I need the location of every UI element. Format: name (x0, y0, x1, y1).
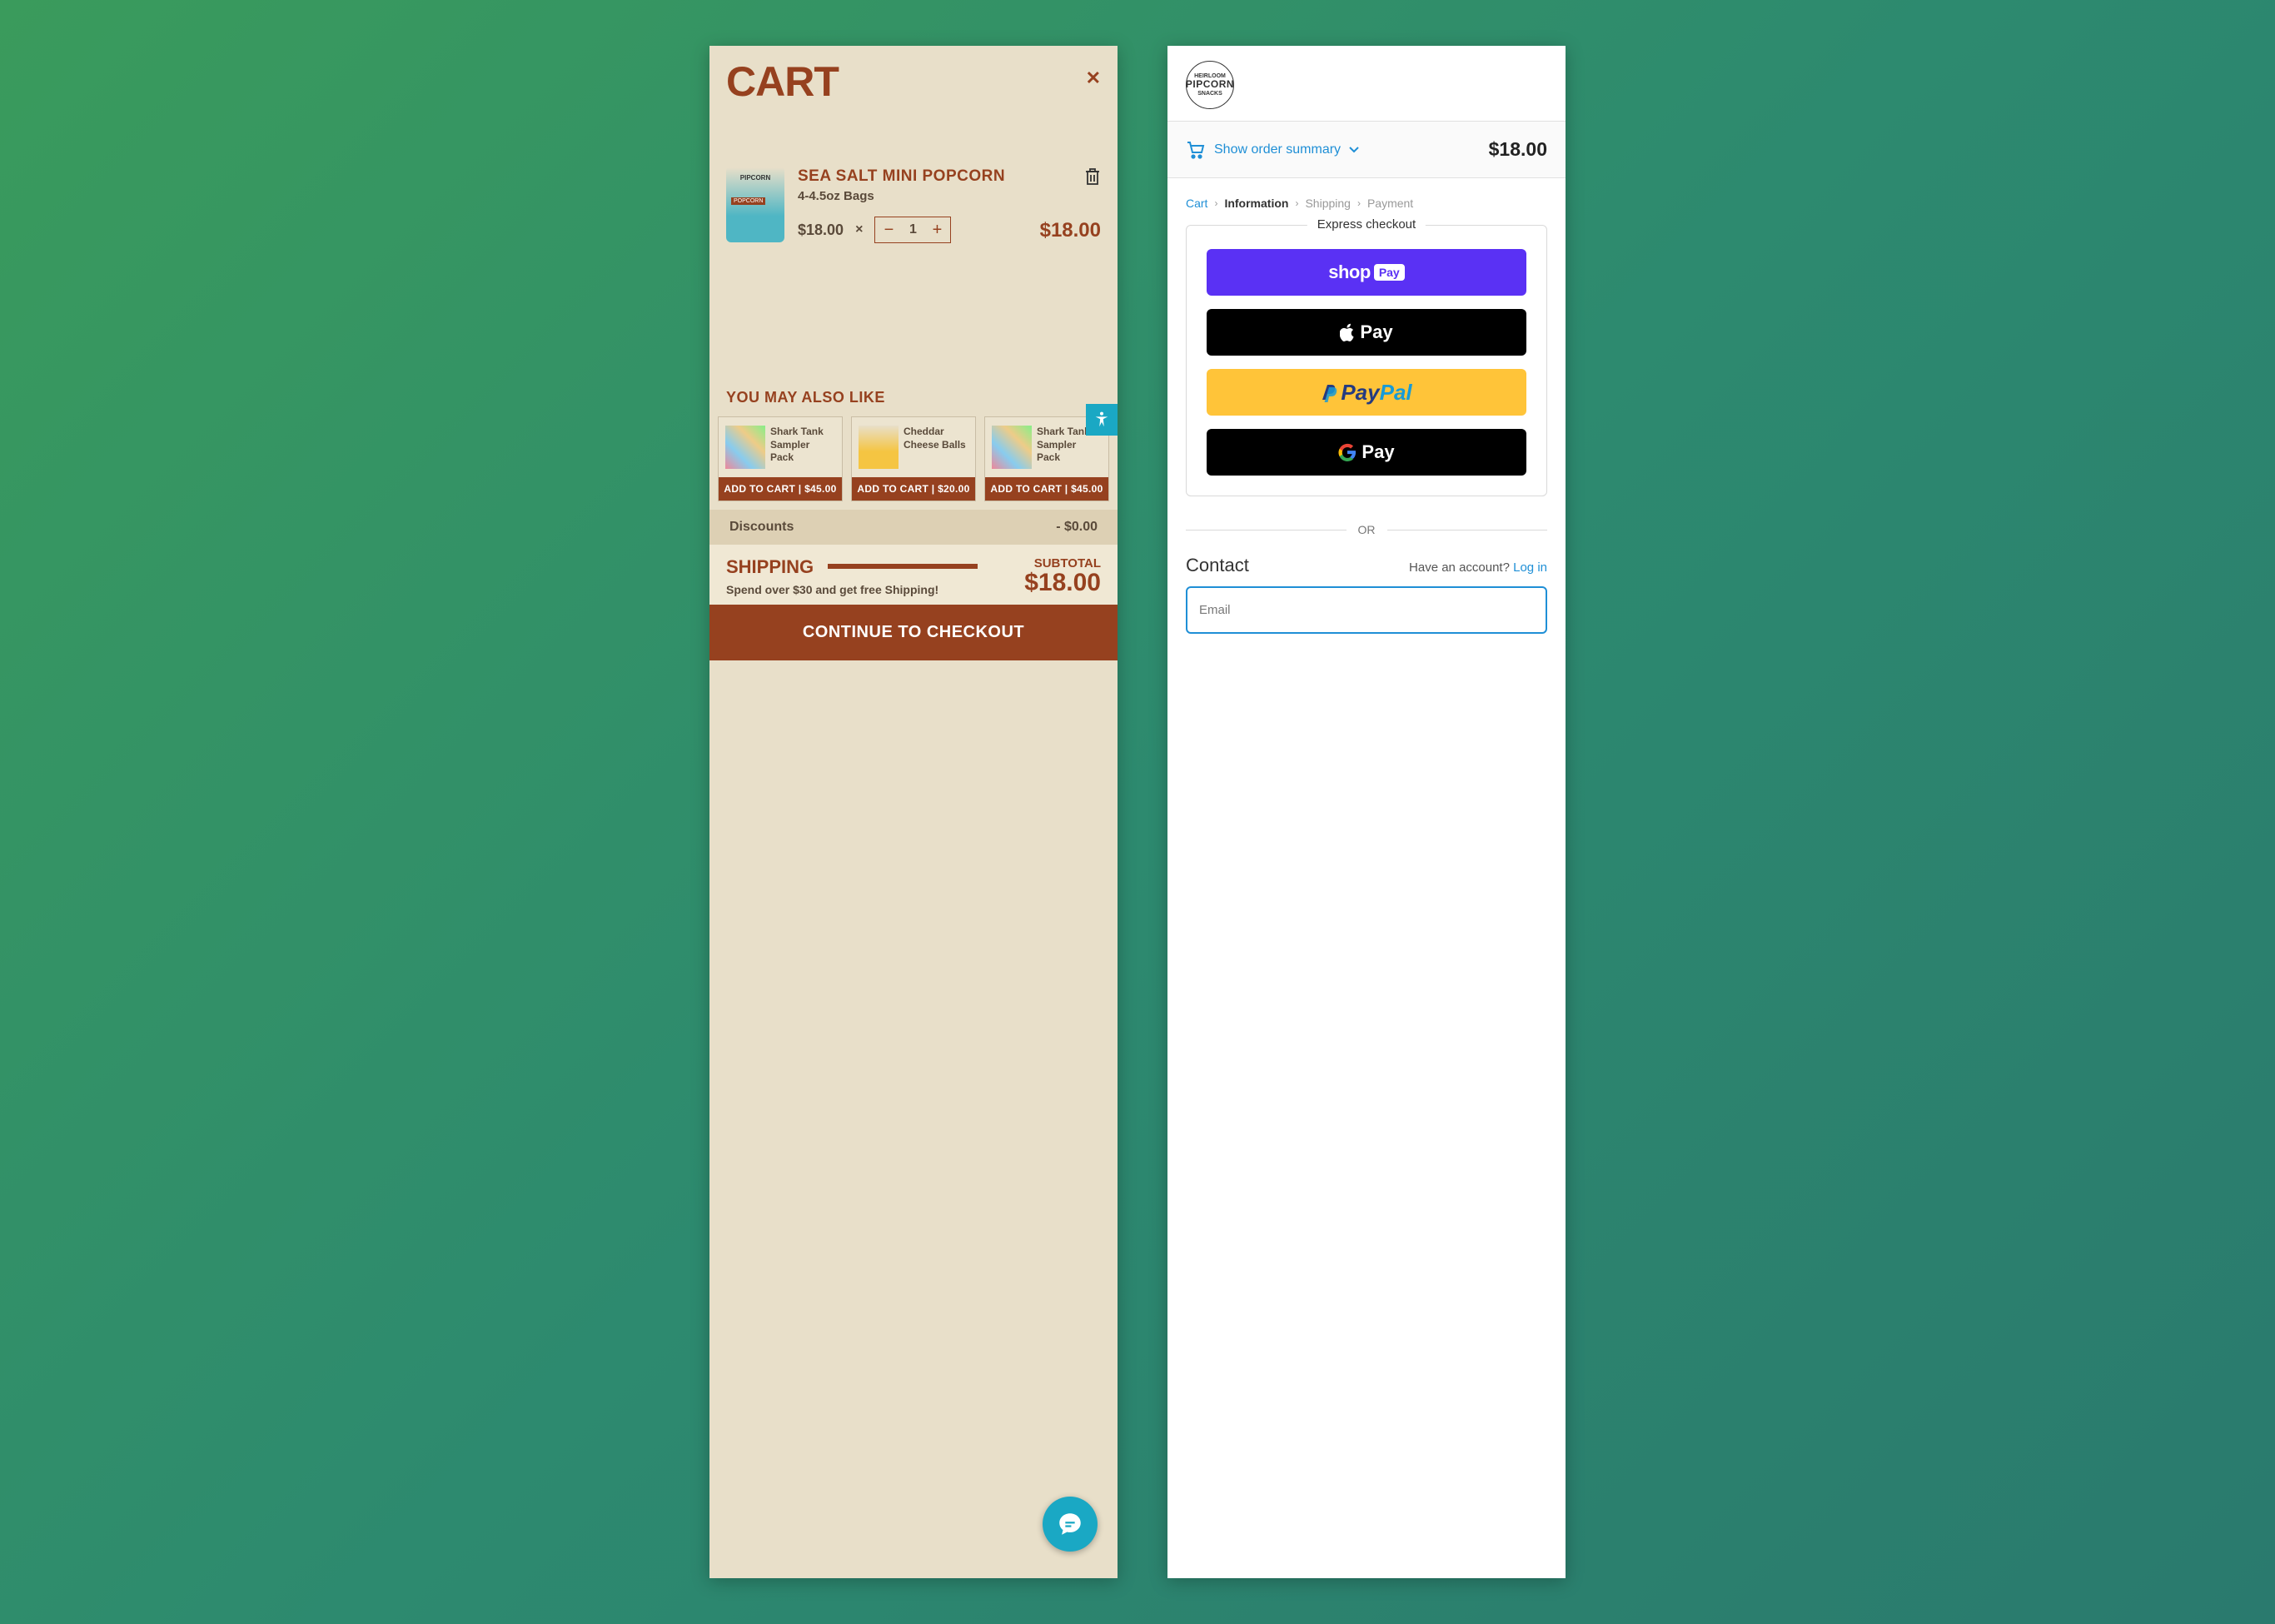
logo-row: HEIRLOOM PIPCORN SNACKS (1167, 46, 1566, 121)
add-to-cart-button[interactable]: ADD TO CART | $45.00 (719, 477, 842, 501)
qty-decrease-button[interactable]: − (875, 221, 902, 240)
qty-increase-button[interactable]: + (923, 221, 950, 240)
quantity-stepper: − 1 + (874, 217, 951, 243)
line-total: $18.00 (1040, 219, 1101, 242)
order-summary-toggle[interactable]: Show order summary $18.00 (1167, 121, 1566, 178)
apple-pay-logo-icon: Pay (1340, 321, 1392, 343)
breadcrumb-payment: Payment (1367, 197, 1413, 210)
login-link[interactable]: Log in (1513, 560, 1547, 575)
shipping-progress-bar (828, 564, 978, 569)
item-right-column: $18.00 (1040, 167, 1101, 242)
cart-item-row: SEA SALT MINI POPCORN 4-4.5oz Bags $18.0… (709, 144, 1118, 252)
ymal-name: Shark Tank Sampler Pack (770, 426, 835, 469)
trash-icon[interactable] (1084, 167, 1101, 190)
cart-header: CART ✕ (709, 46, 1118, 111)
chevron-right-icon: › (1214, 197, 1217, 209)
express-checkout-box: Express checkout shopPay Pay PayPal Pay (1186, 225, 1547, 496)
or-label: OR (1358, 523, 1376, 536)
qty-value: 1 (902, 222, 923, 237)
ymal-card: Shark Tank Sampler Pack ADD TO CART | $4… (718, 416, 843, 501)
paypal-logo-icon: PayPal (1321, 380, 1411, 406)
shipping-message: Spend over $30 and get free Shipping! (726, 583, 1024, 596)
ymal-card: Cheddar Cheese Balls ADD TO CART | $20.0… (851, 416, 976, 501)
express-checkout-label: Express checkout (1307, 217, 1426, 232)
or-divider: OR (1167, 496, 1566, 555)
subtotal-block: SUBTOTAL $18.00 (1024, 556, 1101, 595)
chevron-right-icon: › (1295, 197, 1298, 209)
apple-pay-button[interactable]: Pay (1207, 309, 1526, 356)
accessibility-icon[interactable] (1086, 404, 1118, 436)
close-icon[interactable]: ✕ (1086, 61, 1101, 89)
breadcrumb-cart[interactable]: Cart (1186, 197, 1207, 210)
checkout-panel: HEIRLOOM PIPCORN SNACKS Show order summa… (1167, 46, 1566, 1578)
contact-header-row: Contact Have an account? Log in (1167, 555, 1566, 586)
breadcrumb-information: Information (1224, 197, 1288, 210)
ymal-thumb (992, 426, 1032, 469)
item-name: SEA SALT MINI POPCORN (798, 167, 1027, 186)
summary-total: $18.00 (1489, 138, 1547, 161)
brand-bottom: SNACKS (1197, 91, 1222, 97)
continue-checkout-button[interactable]: CONTINUE TO CHECKOUT (709, 605, 1118, 660)
chevron-right-icon: › (1357, 197, 1361, 209)
item-size: 4-4.5oz Bags (798, 189, 1027, 203)
discounts-value: - $0.00 (1056, 520, 1098, 535)
ymal-thumb (859, 426, 899, 469)
discounts-row: Discounts - $0.00 (709, 510, 1118, 545)
unit-price: $18.00 (798, 222, 844, 239)
product-image (726, 167, 784, 242)
chat-icon[interactable] (1043, 1497, 1098, 1552)
multiply-symbol: × (855, 222, 863, 237)
item-price-row: $18.00 × − 1 + (798, 217, 1027, 243)
shop-pay-button[interactable]: shopPay (1207, 249, 1526, 296)
ymal-heading: YOU MAY ALSO LIKE (709, 389, 1118, 406)
ymal-thumb (725, 426, 765, 469)
google-pay-logo-icon: Pay (1338, 441, 1394, 463)
shop-pay-logo-icon: shopPay (1328, 262, 1404, 283)
login-prompt: Have an account? Log in (1409, 560, 1547, 575)
chevron-down-icon (1349, 147, 1359, 153)
cart-icon (1186, 141, 1206, 159)
discounts-label: Discounts (729, 520, 794, 535)
brand-main: PIPCORN (1186, 79, 1234, 90)
shipping-section: SHIPPING Spend over $30 and get free Shi… (709, 545, 1118, 605)
ymal-row: Shark Tank Sampler Pack ADD TO CART | $4… (709, 406, 1118, 510)
add-to-cart-button[interactable]: ADD TO CART | $20.00 (852, 477, 975, 501)
breadcrumb-shipping: Shipping (1305, 197, 1351, 210)
shipping-title: SHIPPING (726, 556, 814, 578)
contact-title: Contact (1186, 555, 1249, 576)
ymal-name: Cheddar Cheese Balls (904, 426, 968, 469)
cart-panel: CART ✕ SEA SALT MINI POPCORN 4-4.5oz Bag… (709, 46, 1118, 1578)
google-pay-button[interactable]: Pay (1207, 429, 1526, 476)
brand-logo[interactable]: HEIRLOOM PIPCORN SNACKS (1186, 61, 1234, 109)
item-details: SEA SALT MINI POPCORN 4-4.5oz Bags $18.0… (798, 167, 1027, 243)
summary-link-text: Show order summary (1214, 142, 1341, 157)
email-field[interactable]: Email (1186, 586, 1547, 634)
subtotal-value: $18.00 (1024, 570, 1101, 595)
cart-title: CART (726, 61, 839, 102)
paypal-button[interactable]: PayPal (1207, 369, 1526, 416)
add-to-cart-button[interactable]: ADD TO CART | $45.00 (985, 477, 1108, 501)
